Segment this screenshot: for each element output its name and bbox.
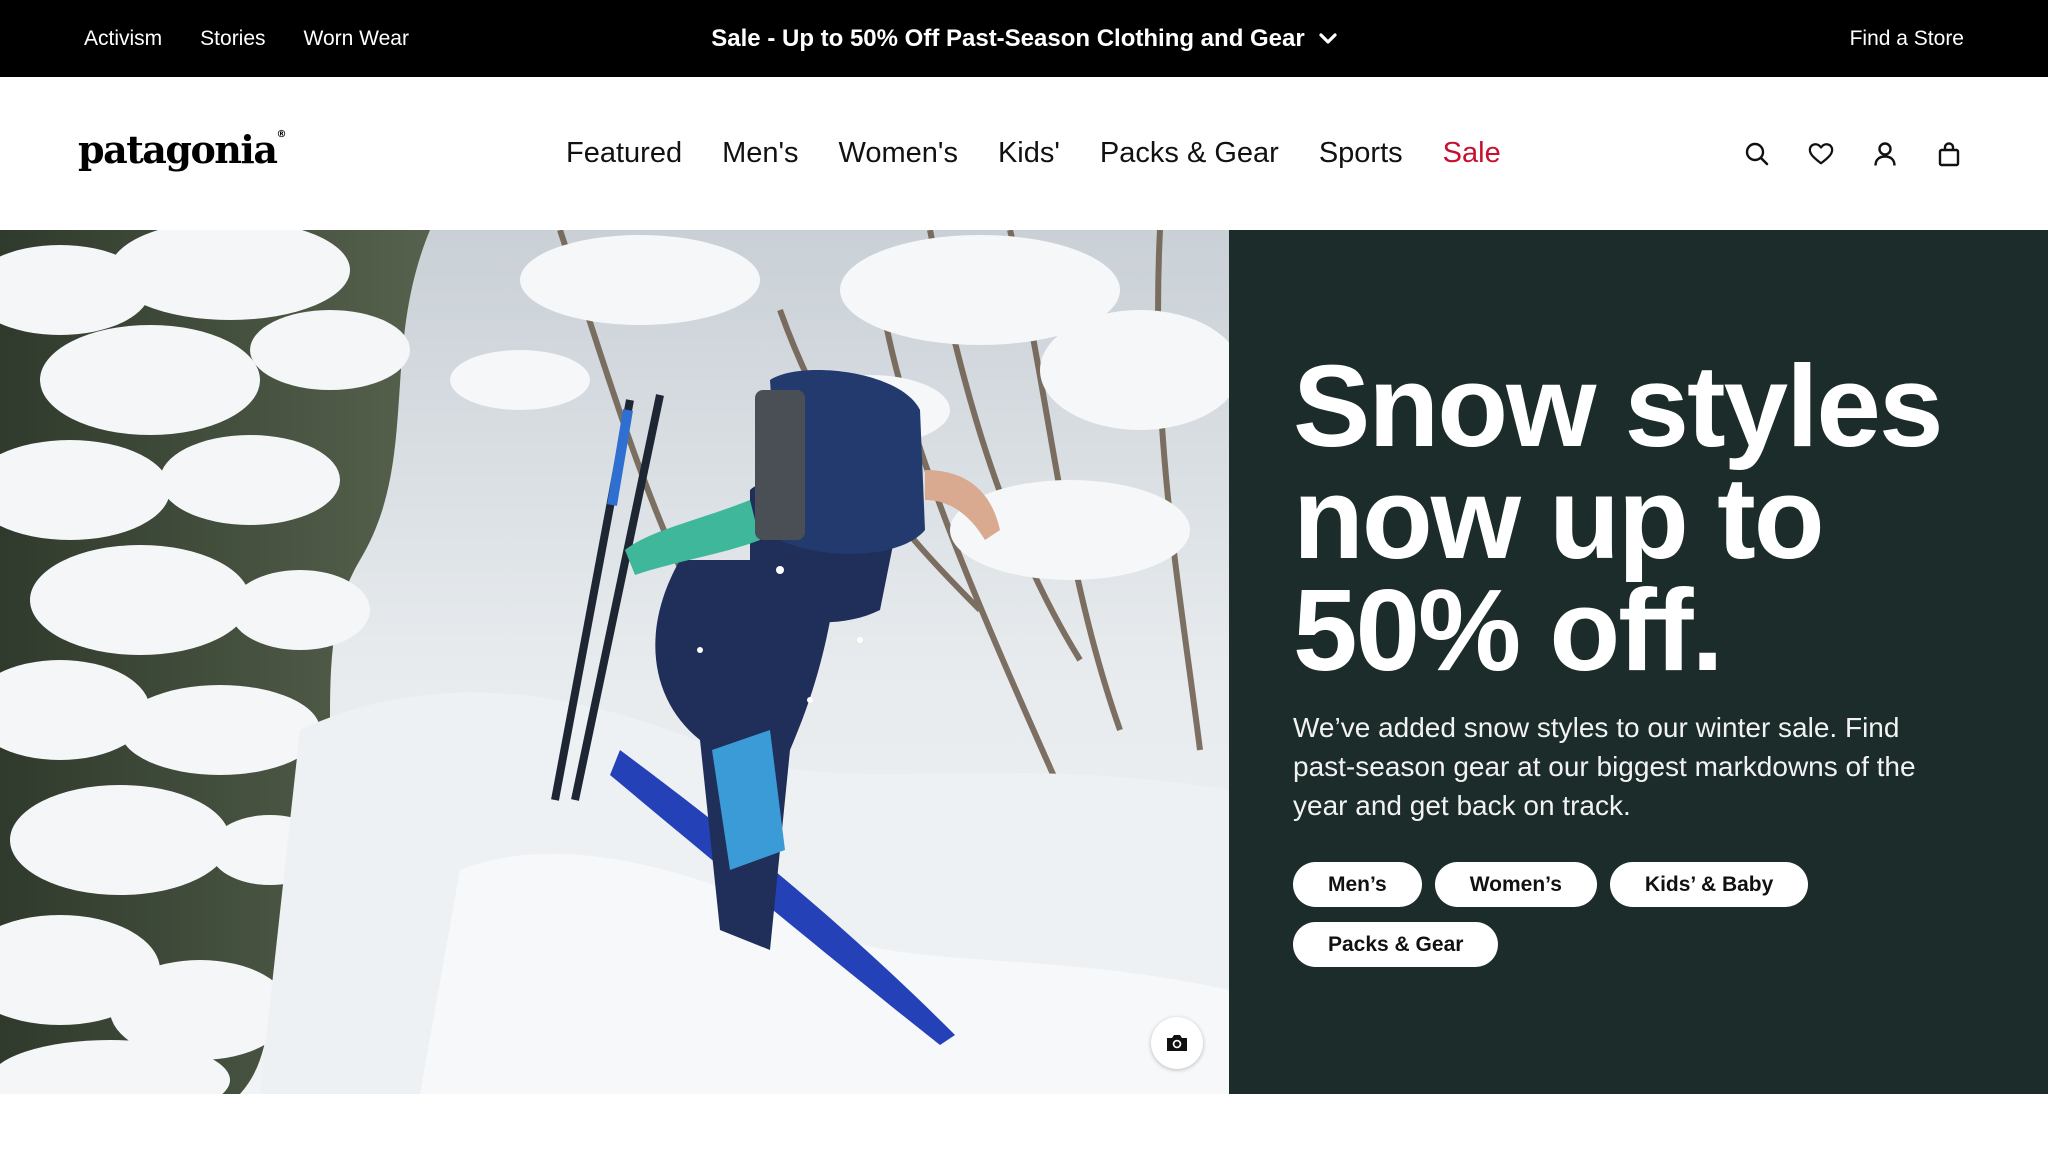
nav-kids[interactable]: Kids' xyxy=(998,137,1060,170)
main-nav: Featured Men's Women's Kids' Packs & Gea… xyxy=(566,77,1501,230)
worn-wear-link[interactable]: Worn Wear xyxy=(304,27,409,51)
photo-info-button[interactable] xyxy=(1151,1017,1203,1069)
chevron-down-icon xyxy=(1319,32,1337,44)
header-actions xyxy=(1744,77,1962,230)
heart-icon[interactable] xyxy=(1808,141,1834,167)
main-header: patagonia® Featured Men's Women's Kids' … xyxy=(0,77,2048,230)
account-icon[interactable] xyxy=(1872,141,1898,167)
nav-packs-gear[interactable]: Packs & Gear xyxy=(1100,137,1279,170)
registered-mark: ® xyxy=(276,129,287,140)
nav-sale[interactable]: Sale xyxy=(1443,137,1501,170)
patagonia-logo[interactable]: patagonia® xyxy=(78,127,286,172)
hero-category-buttons: Men’s Women’s Kids’ & Baby Packs & Gear xyxy=(1293,862,1933,967)
logo-wordmark: patagonia xyxy=(78,127,278,172)
hero-description: We’ve added snow styles to our winter sa… xyxy=(1293,712,1916,821)
promo-text: Sale - Up to 50% Off Past-Season Clothin… xyxy=(711,24,1305,52)
bag-icon[interactable] xyxy=(1936,141,1962,167)
nav-sports[interactable]: Sports xyxy=(1319,137,1403,170)
mens-button[interactable]: Men’s xyxy=(1293,862,1422,907)
utility-links: Activism Stories Worn Wear xyxy=(84,0,409,77)
nav-womens[interactable]: Women's xyxy=(839,137,958,170)
activism-link[interactable]: Activism xyxy=(84,27,162,51)
packs-gear-button[interactable]: Packs & Gear xyxy=(1293,922,1499,967)
hero-panel: Snow styles now up to 50% off. We’ve add… xyxy=(1229,230,2048,1094)
utility-bar: Activism Stories Worn Wear Sale - Up to … xyxy=(0,0,2048,77)
stories-link[interactable]: Stories xyxy=(200,27,265,51)
find-store-link[interactable]: Find a Store xyxy=(1850,0,1964,77)
hero-image xyxy=(0,230,1229,1094)
kids-baby-button[interactable]: Kids’ & Baby xyxy=(1609,862,1809,907)
promo-toggle[interactable]: Sale - Up to 50% Off Past-Season Clothin… xyxy=(711,24,1337,53)
camera-icon xyxy=(1167,1035,1187,1051)
nav-featured[interactable]: Featured xyxy=(566,137,682,170)
womens-button[interactable]: Women’s xyxy=(1434,862,1597,907)
snowy-forest-skier-image xyxy=(0,230,1229,1094)
nav-mens[interactable]: Men's xyxy=(722,137,798,170)
hero-title: Snow styles now up to 50% off. xyxy=(1293,341,1943,695)
search-icon[interactable] xyxy=(1744,141,1770,167)
